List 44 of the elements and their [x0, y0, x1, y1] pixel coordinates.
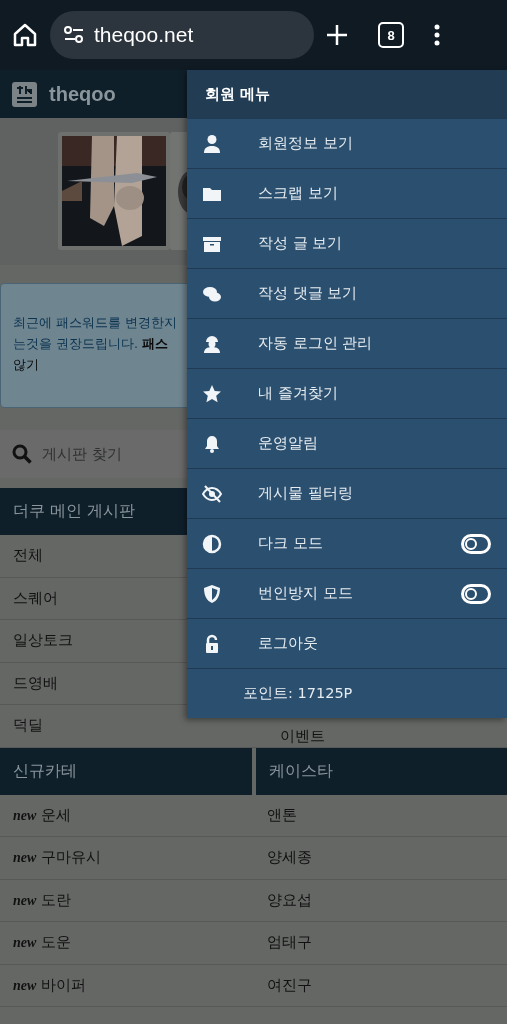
- plus-icon[interactable]: [326, 24, 348, 46]
- board-link[interactable]: new 도란: [13, 890, 72, 910]
- toggle-switch[interactable]: [461, 583, 491, 604]
- bell-icon: [202, 433, 222, 454]
- menu-item[interactable]: 운영알림: [187, 418, 507, 468]
- more-icon[interactable]: [434, 24, 440, 46]
- menu-title: 회원 메뉴: [187, 70, 507, 118]
- home-icon[interactable]: [12, 22, 38, 48]
- worker-icon: [202, 333, 222, 354]
- section-header: 신규카테: [0, 747, 252, 795]
- logo-icon[interactable]: [12, 81, 37, 107]
- menu-item[interactable]: 작성 글 보기: [187, 218, 507, 268]
- menu-item[interactable]: 게시물 필터링: [187, 468, 507, 518]
- board-link[interactable]: new 도운: [13, 933, 72, 953]
- board-link[interactable]: 엄태구: [267, 933, 312, 953]
- menu-item[interactable]: 번인방지 모드: [187, 568, 507, 618]
- site-name[interactable]: theqoo: [49, 82, 116, 106]
- contrast-icon: [202, 533, 222, 554]
- menu-item[interactable]: 다크 모드: [187, 518, 507, 568]
- menu-item[interactable]: 스크랩 보기: [187, 168, 507, 218]
- tune-icon[interactable]: [64, 26, 84, 44]
- board-link[interactable]: 여진구: [267, 975, 312, 995]
- tab-count-button[interactable]: 8: [378, 22, 404, 48]
- person-icon: [202, 133, 222, 154]
- board-link[interactable]: 양요섭: [267, 890, 312, 910]
- board-link[interactable]: 이벤트: [280, 727, 325, 745]
- menu-item[interactable]: 내 즐겨찾기: [187, 368, 507, 418]
- points-text: 포인트: 17125P: [187, 668, 507, 718]
- section-header: 케이스타: [255, 747, 507, 795]
- menu-item[interactable]: 작성 댓글 보기: [187, 268, 507, 318]
- board-link[interactable]: new 바이퍼: [13, 975, 87, 995]
- shield-icon: [202, 583, 222, 604]
- menu-item[interactable]: 자동 로그인 관리: [187, 318, 507, 368]
- eye-slash-icon: [202, 483, 222, 504]
- address-bar[interactable]: theqoo.net: [50, 11, 314, 59]
- board-link[interactable]: 양세종: [267, 848, 312, 868]
- search-icon: [12, 444, 32, 464]
- board-link[interactable]: 앤톤: [267, 805, 297, 825]
- board-link[interactable]: new 구마유시: [13, 848, 102, 868]
- board-link[interactable]: new 운세: [13, 805, 72, 825]
- menu-item[interactable]: 로그아웃: [187, 618, 507, 668]
- star-icon: [202, 383, 222, 404]
- toggle-switch[interactable]: [461, 533, 491, 554]
- menu-item[interactable]: 회원정보 보기: [187, 118, 507, 168]
